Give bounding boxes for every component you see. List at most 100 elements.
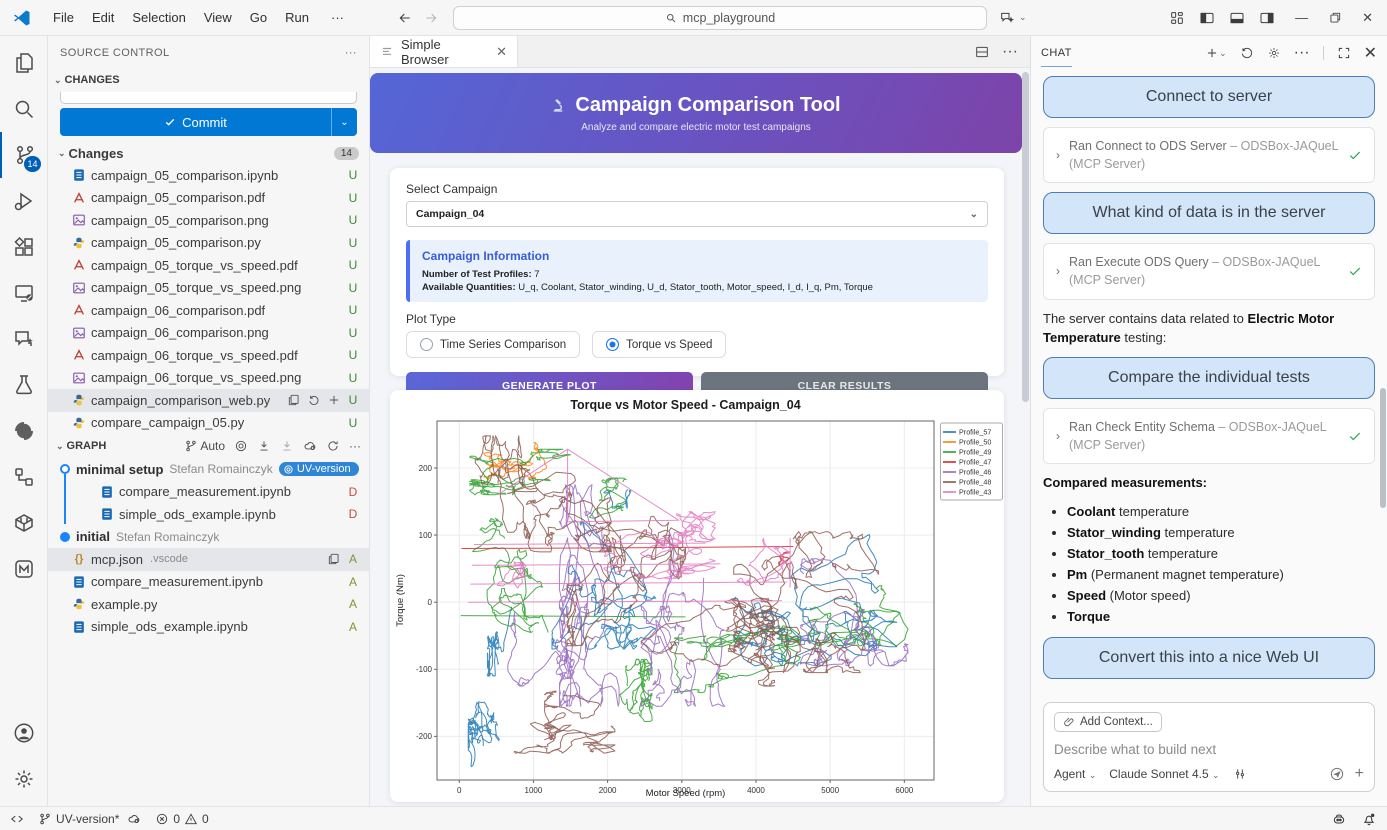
toggle-panel-icon[interactable] — [1229, 10, 1245, 26]
chevron-right-icon[interactable]: › — [1056, 264, 1060, 278]
graph-file-row[interactable]: compare_measurement.ipynbA — [48, 571, 369, 594]
menu-run[interactable]: Run — [276, 6, 318, 29]
menu-file[interactable]: File — [44, 6, 83, 29]
activity-item-testing[interactable] — [0, 362, 48, 408]
activity-item-container-extension[interactable] — [0, 500, 48, 546]
menu-selection[interactable]: Selection — [123, 6, 194, 29]
copilot-status-icon[interactable] — [1331, 811, 1347, 827]
toggle-sidebar-icon[interactable] — [1199, 10, 1215, 26]
target-icon[interactable] — [234, 439, 248, 453]
tools-icon[interactable] — [1233, 767, 1247, 781]
activity-item-swirl-extension[interactable] — [0, 408, 48, 454]
graph-file-row[interactable]: simple_ods_example.ipynbD — [48, 503, 369, 526]
graph-section-header[interactable]: ⌄GRAPH Auto ··· — [48, 434, 369, 458]
activity-item-m-extension[interactable] — [0, 546, 48, 592]
tool-call-card[interactable]: ›Ran Execute ODS Query – ODSBox-JAQueL (… — [1043, 243, 1375, 299]
chat-more-icon[interactable]: ··· — [1294, 44, 1310, 62]
copilot-chat-icon[interactable] — [999, 10, 1015, 26]
change-row[interactable]: campaign_comparison_web.pyU — [48, 389, 369, 412]
graph-more-icon[interactable]: ··· — [349, 439, 361, 453]
model-picker[interactable]: Claude Sonnet 4.5 ⌄ — [1109, 767, 1219, 781]
agent-mode-picker[interactable]: Agent ⌄ — [1054, 767, 1096, 781]
change-row[interactable]: campaign_06_torque_vs_speed.pngU — [48, 367, 369, 390]
restore-button[interactable] — [1328, 11, 1342, 25]
cloud-push-icon[interactable] — [303, 439, 317, 453]
sidebar-more-icon[interactable]: ··· — [345, 47, 357, 59]
tool-call-card[interactable]: ›Ran Check Entity Schema – ODSBox-JAQueL… — [1043, 408, 1375, 464]
commit-dropdown[interactable]: ⌄ — [331, 108, 357, 136]
campaign-select[interactable]: Campaign_04 ⌄ — [406, 201, 988, 227]
branch-status[interactable]: UV-version* — [38, 812, 141, 826]
add-context-button[interactable]: Add Context... — [1054, 712, 1162, 732]
change-row[interactable]: campaign_06_comparison.pdfU — [48, 299, 369, 322]
graph-file-row[interactable]: simple_ods_example.ipynbA — [48, 616, 369, 639]
tab-simple-browser[interactable]: Simple Browser ✕ — [370, 36, 518, 67]
activity-item-settings[interactable] — [0, 756, 48, 802]
open-action-icon[interactable] — [327, 552, 341, 566]
change-row[interactable]: campaign_05_torque_vs_speed.pngU — [48, 277, 369, 300]
menu-overflow[interactable]: ··· — [322, 6, 353, 29]
send-voice-icon[interactable] — [1329, 766, 1345, 782]
activity-item-account[interactable] — [0, 710, 48, 756]
chevron-right-icon[interactable]: › — [1056, 148, 1060, 162]
change-row[interactable]: campaign_05_comparison.pngU — [48, 209, 369, 232]
activity-item-extensions[interactable] — [0, 224, 48, 270]
close-window-button[interactable]: ✕ — [1356, 10, 1379, 26]
chat-settings-icon[interactable] — [1267, 46, 1281, 60]
radio-torque-vs-speed[interactable]: Torque vs Speed — [592, 331, 726, 358]
menu-go[interactable]: Go — [241, 6, 276, 29]
chat-close-icon[interactable]: ✕ — [1364, 43, 1377, 63]
chat-history-icon[interactable] — [1240, 46, 1254, 60]
changes-tree-header[interactable]: ⌄Changes 14 — [48, 142, 369, 164]
menu-view[interactable]: View — [195, 6, 241, 29]
chat-message-input[interactable] — [1054, 742, 1364, 757]
change-row[interactable]: campaign_05_comparison.pyU — [48, 232, 369, 255]
customize-layout-icon[interactable] — [1169, 10, 1185, 26]
chat-panel-title[interactable]: CHAT — [1041, 39, 1072, 67]
fetch-icon[interactable] — [257, 439, 271, 453]
page-scrollbar[interactable] — [1022, 68, 1029, 806]
tool-call-card[interactable]: ›Ran Connect to ODS Server – ODSBox-JAQu… — [1043, 127, 1375, 183]
activity-item-run-debug[interactable] — [0, 178, 48, 224]
radio-time-series-comparison[interactable]: Time Series Comparison — [406, 331, 580, 358]
notifications-bell-icon[interactable] — [1361, 811, 1377, 827]
toggle-secondary-sidebar-icon[interactable] — [1259, 10, 1275, 26]
remote-indicator-icon[interactable] — [10, 812, 24, 826]
chat-scrollbar[interactable] — [1380, 70, 1386, 700]
tab-close-icon[interactable]: ✕ — [496, 44, 507, 60]
activity-item-source-control[interactable]: 14 — [0, 132, 48, 178]
plus-action-icon[interactable] — [327, 393, 341, 407]
menu-edit[interactable]: Edit — [83, 6, 123, 29]
refresh-icon[interactable] — [326, 439, 340, 453]
new-chat-icon[interactable]: ⌄ — [1205, 46, 1227, 60]
activity-item-hierarchy-extension[interactable] — [0, 454, 48, 500]
branch-icon[interactable]: Auto — [184, 439, 225, 453]
change-row[interactable]: campaign_05_comparison.ipynbU — [48, 164, 369, 187]
activity-item-chat-extension[interactable] — [0, 316, 48, 362]
changes-section-header[interactable]: ⌄CHANGES — [48, 70, 369, 90]
minimize-button[interactable]: — — [1289, 10, 1314, 25]
split-editor-icon[interactable] — [974, 44, 990, 60]
discard-action-icon[interactable] — [307, 393, 321, 407]
chat-expand-icon[interactable] — [1337, 46, 1351, 60]
change-row[interactable]: campaign_06_comparison.pngU — [48, 322, 369, 345]
change-row[interactable]: campaign_05_comparison.pdfU — [48, 187, 369, 210]
nav-back-icon[interactable] — [397, 10, 413, 26]
change-row[interactable]: compare_campaign_05.pyU — [48, 412, 369, 435]
commit-row[interactable]: minimal setupStefan RomainczykUV-version — [48, 458, 369, 481]
commit-message-input[interactable] — [60, 92, 357, 104]
activity-item-remote-explorer[interactable] — [0, 270, 48, 316]
editor-more-icon[interactable]: ··· — [1002, 43, 1018, 61]
change-row[interactable]: campaign_05_torque_vs_speed.pdfU — [48, 254, 369, 277]
commit-row[interactable]: initialStefan Romainczyk — [48, 526, 369, 549]
command-center-search[interactable]: mcp_playground — [453, 6, 987, 30]
chevron-right-icon[interactable]: › — [1056, 429, 1060, 443]
copilot-chevron-icon[interactable]: ⌄ — [1019, 12, 1027, 23]
branch-tag-badge[interactable]: UV-version — [279, 462, 359, 476]
graph-file-row[interactable]: compare_measurement.ipynbD — [48, 481, 369, 504]
problems-status[interactable]: 0 0 — [155, 812, 208, 826]
commit-button[interactable]: Commit ⌄ — [60, 108, 357, 136]
activity-item-explorer[interactable] — [0, 40, 48, 86]
activity-item-search[interactable] — [0, 86, 48, 132]
graph-file-row[interactable]: {}mcp.json.vscodeA — [48, 548, 369, 571]
